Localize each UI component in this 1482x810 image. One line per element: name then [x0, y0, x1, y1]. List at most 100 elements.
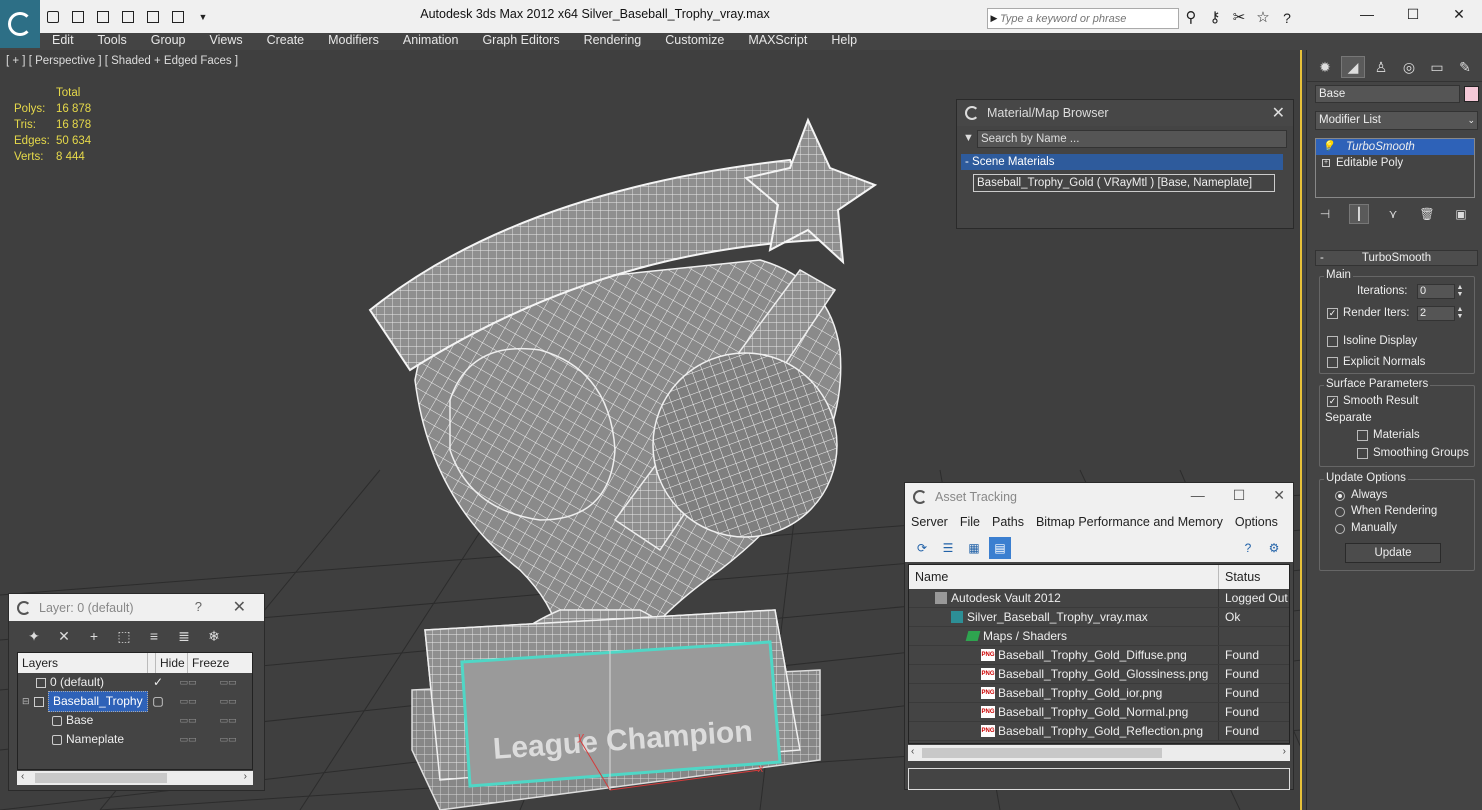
asset-menu-file[interactable]: File	[954, 515, 986, 529]
layer-row[interactable]: 0 (default) ✓ ▭▭ ▭▭	[18, 673, 252, 692]
update-manually-radio[interactable]	[1335, 524, 1345, 534]
active-layer-check-icon[interactable]: ✓	[148, 673, 168, 692]
set-active-icon[interactable]: ▢	[148, 692, 168, 711]
freeze-toggle[interactable]: ▭▭	[208, 730, 248, 749]
make-unique-icon[interactable]: ⋎	[1383, 204, 1403, 224]
column-status[interactable]: Status	[1219, 565, 1260, 589]
remove-modifier-icon[interactable]: 🗑	[1417, 204, 1437, 224]
update-button[interactable]: Update	[1345, 543, 1441, 563]
render-iters-checkbox[interactable]: ✓	[1327, 308, 1338, 319]
separate-smoothing-groups-checkbox[interactable]	[1357, 448, 1368, 459]
browser-options-icon[interactable]: ▼	[963, 132, 974, 144]
menu-rendering[interactable]: Rendering	[572, 33, 654, 48]
highlight-layer-icon[interactable]: ≡	[143, 625, 165, 647]
scroll-left-icon[interactable]: ‹	[21, 771, 24, 782]
menu-modifiers[interactable]: Modifiers	[316, 33, 391, 48]
asset-menu-paths[interactable]: Paths	[986, 515, 1030, 529]
list-view-icon[interactable]: ☰	[937, 537, 959, 559]
column-layers[interactable]: Layers	[18, 653, 148, 673]
lightbulb-icon[interactable]: 💡	[1322, 139, 1334, 155]
layer-horizontal-scrollbar[interactable]: ‹ ›	[17, 771, 253, 785]
help-icon[interactable]: ?	[1278, 8, 1296, 28]
add-to-layer-icon[interactable]: +	[83, 625, 105, 647]
explicit-normals-checkbox[interactable]	[1327, 357, 1338, 368]
refresh-icon[interactable]: ⟳	[911, 537, 933, 559]
table-row[interactable]: PNG Baseball_Trophy_Gold_Glossiness.png F…	[909, 665, 1289, 684]
pin-stack-icon[interactable]: ⊣	[1315, 204, 1335, 224]
table-row[interactable]: Maps / Shaders	[909, 627, 1289, 646]
menu-customize[interactable]: Customize	[653, 33, 736, 48]
favorites-star-icon[interactable]: ☆	[1254, 8, 1272, 28]
table-view-icon[interactable]: ▤	[989, 537, 1011, 559]
material-browser-header[interactable]: Material/Map Browser ✕	[957, 100, 1293, 126]
hide-toggle[interactable]: ▭▭	[168, 692, 208, 711]
asset-menu-bitmap[interactable]: Bitmap Performance and Memory	[1030, 515, 1229, 529]
motion-tab-icon[interactable]: ◎	[1397, 56, 1421, 78]
table-row[interactable]: Autodesk Vault 2012 Logged Out	[909, 589, 1289, 608]
asset-close-icon[interactable]: ✕	[1273, 487, 1285, 504]
spinner-arrows-icon[interactable]: ▲ ▼	[1455, 306, 1465, 321]
hide-all-icon[interactable]: ≣	[173, 625, 195, 647]
spinner-arrows-icon[interactable]: ▲ ▼	[1455, 284, 1465, 299]
modify-tab-icon[interactable]: ◢	[1341, 56, 1365, 78]
column-hide[interactable]: Hide	[156, 653, 188, 673]
asset-settings-icon[interactable]: ⚙	[1263, 537, 1285, 559]
table-row[interactable]: PNG Baseball_Trophy_Gold_Normal.png Found	[909, 703, 1289, 722]
asset-tracking-header[interactable]: Asset Tracking — ☐ ✕	[905, 483, 1293, 510]
freeze-toggle[interactable]: ▭▭	[208, 692, 248, 711]
maximize-button[interactable]: ☐	[1390, 0, 1436, 28]
freeze-toggle[interactable]: ▭▭	[208, 711, 248, 730]
isoline-display-checkbox[interactable]	[1327, 336, 1338, 347]
layer-manager-header[interactable]: Layer: 0 (default) ? ✕	[9, 594, 264, 621]
menu-create[interactable]: Create	[255, 33, 317, 48]
display-tab-icon[interactable]: ▭	[1425, 56, 1449, 78]
menu-graph-editors[interactable]: Graph Editors	[470, 33, 571, 48]
asset-menu-server[interactable]: Server	[905, 515, 954, 529]
communication-icon[interactable]: ✂	[1230, 8, 1248, 28]
menu-views[interactable]: Views	[197, 33, 254, 48]
update-always-radio[interactable]	[1335, 491, 1345, 501]
update-when-rendering-radio[interactable]	[1335, 507, 1345, 517]
scroll-right-icon[interactable]: ›	[1283, 746, 1286, 757]
material-search-input[interactable]: Search by Name ...	[977, 130, 1287, 148]
asset-help-icon[interactable]: ?	[1237, 537, 1259, 559]
menu-tools[interactable]: Tools	[86, 33, 139, 48]
configure-modifier-sets-icon[interactable]: ▣	[1451, 204, 1471, 224]
asset-menu-options[interactable]: Options	[1229, 515, 1284, 529]
menu-animation[interactable]: Animation	[391, 33, 471, 48]
layer-row[interactable]: ⊟ Baseball_Trophy ▢ ▭▭ ▭▭	[18, 691, 252, 712]
freeze-all-icon[interactable]: ❄	[203, 625, 225, 647]
minimize-button[interactable]: —	[1344, 0, 1390, 28]
collapse-icon[interactable]: ⊟	[22, 692, 34, 711]
delete-layer-icon[interactable]: ✕	[53, 625, 75, 647]
turbosmooth-rollout-header[interactable]: - TurboSmooth	[1315, 250, 1478, 266]
separate-materials-checkbox[interactable]	[1357, 430, 1368, 441]
create-layer-icon[interactable]: ✦	[23, 625, 45, 647]
infocenter-search[interactable]: ▶	[987, 8, 1179, 29]
menu-edit[interactable]: Edit	[40, 33, 86, 48]
binoculars-icon[interactable]: ⚲	[1182, 8, 1200, 28]
column-name[interactable]: Name	[909, 565, 1219, 589]
asset-horizontal-scrollbar[interactable]: ‹ ›	[908, 745, 1290, 761]
iterations-spinner[interactable]: 0	[1417, 284, 1455, 299]
show-end-result-icon[interactable]: ┃	[1349, 204, 1369, 224]
table-row[interactable]: PNG Baseball_Trophy_Gold_Diffuse.png Foun…	[909, 646, 1289, 665]
subscription-key-icon[interactable]: ⚷	[1206, 8, 1224, 28]
utilities-tab-icon[interactable]: ✎	[1453, 56, 1477, 78]
rollout-collapse-icon[interactable]: -	[1320, 251, 1324, 265]
freeze-toggle[interactable]: ▭▭	[208, 673, 248, 692]
scroll-right-icon[interactable]: ›	[244, 771, 247, 782]
smooth-result-checkbox[interactable]: ✓	[1327, 396, 1338, 407]
object-name-field[interactable]: Base	[1315, 85, 1460, 103]
stack-item-turbosmooth[interactable]: 💡 TurboSmooth	[1316, 139, 1474, 155]
asset-path-field[interactable]	[908, 768, 1290, 790]
viewport-label-menu[interactable]: [ + ] [ Perspective ] [ Shaded + Edged F…	[6, 55, 238, 67]
modifier-list-dropdown[interactable]: Modifier List ⌄	[1315, 111, 1478, 130]
hide-toggle[interactable]: ▭▭	[168, 730, 208, 749]
scroll-thumb[interactable]	[922, 748, 1162, 758]
menu-group[interactable]: Group	[139, 33, 198, 48]
render-iters-spinner[interactable]: 2	[1417, 306, 1455, 321]
close-button[interactable]: ✕	[1436, 0, 1482, 28]
object-color-swatch[interactable]	[1464, 86, 1479, 102]
material-entry[interactable]: Baseball_Trophy_Gold ( VRayMtl ) [Base, …	[973, 174, 1275, 192]
